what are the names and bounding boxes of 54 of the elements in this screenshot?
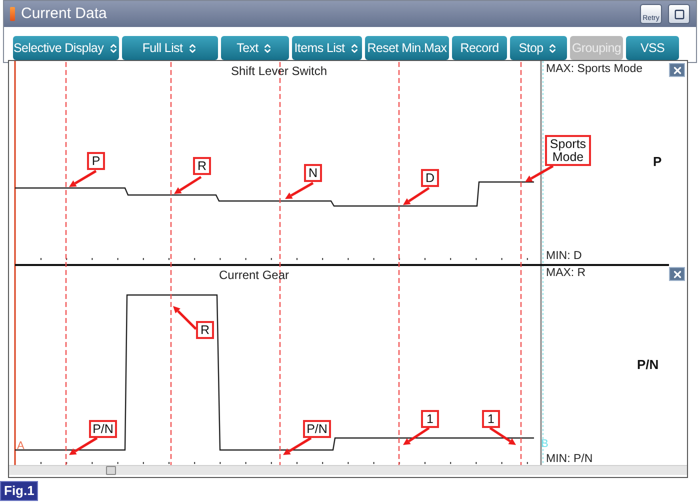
callout-arrow [525,164,554,182]
callout-label: P/N [89,420,117,438]
current-value: P [653,153,662,171]
callout-arrow [403,186,430,205]
max-label: MAX: R [546,266,586,281]
callout-label: 1 [482,410,500,428]
callout-arrow [285,182,314,199]
callout-label: Sports Mode [545,135,591,166]
cursor-label: B [541,437,548,452]
maximize-icon [674,8,684,20]
toolbar-button[interactable]: Record [452,36,507,60]
min-label: MIN: D [546,249,582,264]
callout-label: P [87,152,105,170]
close-button[interactable] [669,63,685,77]
dropdown-icon [547,42,558,54]
callout-arrow [173,306,197,330]
min-label: MIN: P/N [546,452,593,467]
toolbar-button[interactable]: Text [221,36,289,60]
window-icon [10,7,15,21]
callout-label: 1 [421,410,439,428]
graph-title: Current Gear [219,267,290,284]
callout-arrow [283,436,312,455]
callout-arrow [403,426,430,445]
callout-arrow [489,426,516,445]
graph-title: Shift Lever Switch [231,63,328,80]
figure-label: Fig.1 [0,481,38,501]
callout-label: R [196,321,214,339]
current-value: P/N [637,356,659,374]
window-title: Current Data [21,4,107,24]
callout-arrow [69,436,98,455]
callout-arrow [174,176,202,194]
dropdown-icon [108,42,119,54]
scroll-thumb[interactable] [106,466,116,475]
callout-label: D [421,169,439,187]
toolbar-button[interactable]: Items List [292,36,362,60]
toolbar-button[interactable]: VSS [626,36,679,60]
toolbar-button[interactable]: Stop [510,36,567,60]
dropdown-icon [186,42,198,54]
close-icon [672,64,682,76]
toolbar-button[interactable]: Full List [122,36,218,60]
close-icon [672,268,682,280]
callout-label: P/N [303,420,331,438]
callout-label: N [304,164,322,182]
callout-label: R [193,157,211,175]
cursor-label: A [17,439,24,454]
toolbar-button[interactable]: Selective Display [13,36,119,60]
toolbar-button[interactable]: Reset Min.Max [365,36,449,60]
close-button[interactable] [669,267,685,281]
max-label: MAX: Sports Mode [546,62,643,77]
dropdown-icon [262,42,274,54]
scrollbar[interactable] [9,465,687,475]
maximize-button[interactable] [668,4,690,24]
dropdown-icon [348,42,360,54]
callout-arrow [69,170,97,187]
